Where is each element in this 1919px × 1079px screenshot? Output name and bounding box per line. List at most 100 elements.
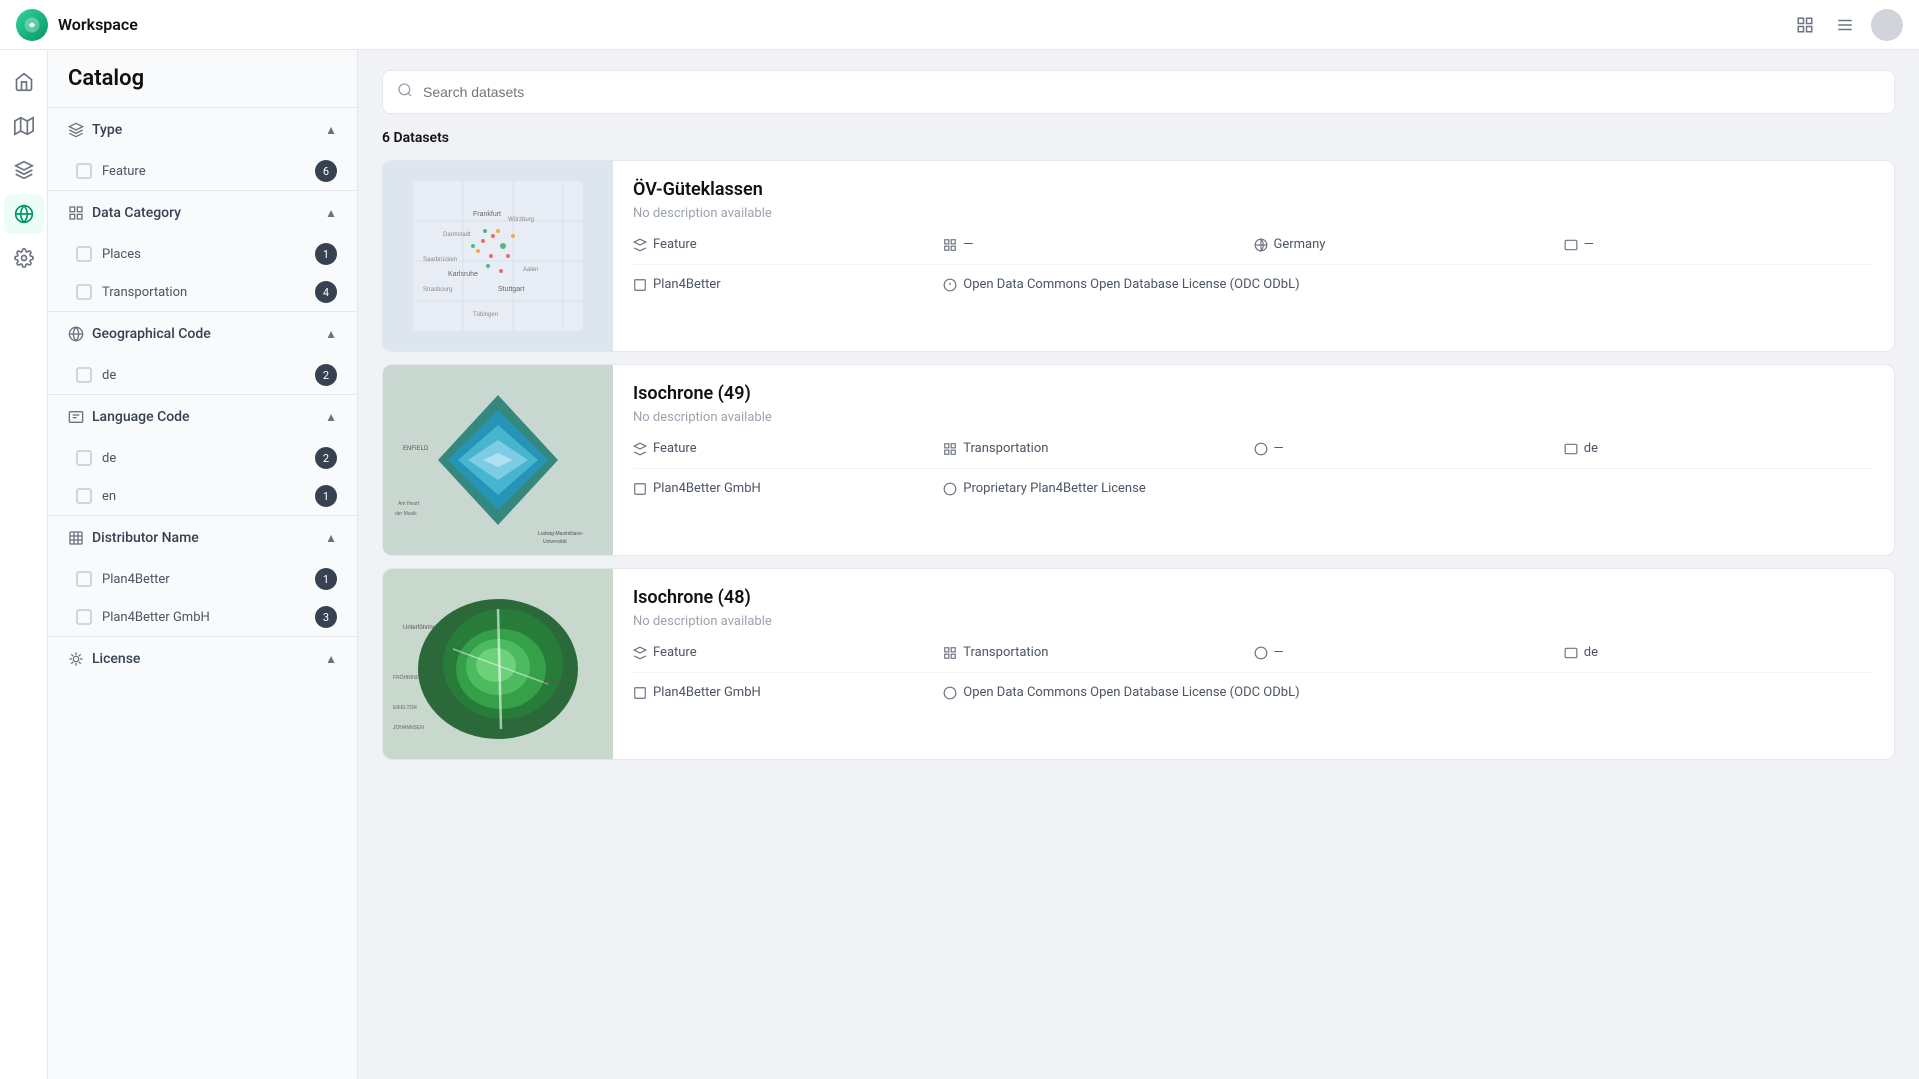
filter-lang-code-label: Language Code (92, 409, 190, 425)
grid-icon (68, 205, 84, 221)
svg-text:der Musik: der Musik (395, 511, 417, 517)
filter-label-plan4better: Plan4Better (102, 572, 170, 587)
sidebar-item-settings[interactable] (4, 238, 44, 278)
filter-badge-plan4better: 1 (315, 568, 337, 590)
chevron-up-icon-3: ▲ (325, 327, 337, 341)
globe-icon (1254, 646, 1268, 660)
dataset-name-2: Isochrone (49) (633, 383, 1874, 404)
dataset-thumbnail-2: ENFIELD Am Heart der Musik Ludwig-Maximi… (383, 365, 613, 555)
main-wrapper: Catalog Type ▲ Feature 6 (48, 50, 1919, 1079)
filter-section-type: Type ▲ Feature 6 (48, 107, 357, 190)
checkbox-lang-en[interactable] (76, 488, 92, 504)
svg-text:Strasbourg: Strasbourg (423, 287, 452, 293)
svg-text:Am Heart: Am Heart (398, 501, 420, 507)
grid-icon (943, 646, 957, 660)
dataset-card-2[interactable]: ENFIELD Am Heart der Musik Ludwig-Maximi… (382, 364, 1895, 556)
svg-text:Ludwig-Maximilians-: Ludwig-Maximilians- (538, 531, 584, 537)
text-icon (1564, 238, 1578, 252)
dataset-name-3: Isochrone (48) (633, 587, 1874, 608)
filter-item-places[interactable]: Places 1 (48, 235, 357, 273)
chevron-up-icon-2: ▲ (325, 206, 337, 220)
text-icon (68, 409, 84, 425)
sidebar-item-map[interactable] (4, 106, 44, 146)
chevron-up-icon: ▲ (325, 123, 337, 137)
meta-langcode-2: de (1564, 441, 1874, 456)
search-input[interactable] (423, 84, 1880, 100)
topbar-right (1791, 9, 1903, 41)
grid-icon[interactable] (1791, 11, 1819, 39)
dataset-info-2: Isochrone (49) No description available … (613, 365, 1894, 555)
chevron-up-icon-5: ▲ (325, 531, 337, 545)
filter-badge-lang-en: 1 (315, 485, 337, 507)
checkbox-plan4better[interactable] (76, 571, 92, 587)
checkbox-lang-de[interactable] (76, 450, 92, 466)
user-avatar[interactable] (1871, 9, 1903, 41)
topbar-left: Workspace (16, 9, 138, 41)
filter-header-license[interactable]: License ▲ (48, 637, 357, 681)
dataset-desc-1: No description available (633, 206, 1874, 221)
filter-type-label: Type (92, 122, 122, 138)
svg-text:Würzburg: Würzburg (508, 217, 534, 223)
globe-icon (1254, 238, 1268, 252)
sidebar-item-home[interactable] (4, 62, 44, 102)
checkbox-transportation[interactable] (76, 284, 92, 300)
checkbox-feature[interactable] (76, 163, 92, 179)
filter-item-lang-de[interactable]: de 2 (48, 439, 357, 477)
filter-item-transportation[interactable]: Transportation 4 (48, 273, 357, 311)
meta-geocode-2: — (1254, 441, 1564, 456)
checkbox-places[interactable] (76, 246, 92, 262)
meta-langcode-3: de (1564, 645, 1874, 660)
filter-item-plan4better-gmbh[interactable]: Plan4Better GmbH 3 (48, 598, 357, 636)
meta-distributor-2: Plan4Better GmbH (633, 481, 943, 496)
checkbox-plan4better-gmbh[interactable] (76, 609, 92, 625)
dataset-card-1[interactable]: Frankfurt Darmstadt Würzburg Saarbrücken… (382, 160, 1895, 352)
grid-icon (943, 442, 957, 456)
filter-badge-geo-de: 2 (315, 364, 337, 386)
filter-item-feature[interactable]: Feature 6 (48, 152, 357, 190)
grid-icon (943, 238, 957, 252)
sidebar-item-layers[interactable] (4, 150, 44, 190)
search-bar (382, 70, 1895, 114)
building-icon (633, 278, 647, 292)
filter-data-category-label: Data Category (92, 205, 181, 221)
text-icon (1564, 442, 1578, 456)
checkbox-geo-de[interactable] (76, 367, 92, 383)
meta-distributor-1: Plan4Better (633, 277, 943, 292)
filter-section-data-category: Data Category ▲ Places 1 Transportation … (48, 190, 357, 311)
filter-panel: Catalog Type ▲ Feature 6 (48, 50, 358, 1079)
meta-geocode-1: Germany (1254, 237, 1564, 252)
chevron-up-icon-6: ▲ (325, 652, 337, 666)
topbar: Workspace (0, 0, 1919, 50)
svg-text:Stuttgart: Stuttgart (498, 286, 525, 293)
filter-label-plan4better-gmbh: Plan4Better GmbH (102, 610, 210, 625)
dataset-thumbnail-3: Unterföhring FRÖHRING EIFELTOR JOHANNSEN… (383, 569, 613, 759)
svg-text:EIFELTOR: EIFELTOR (393, 705, 417, 711)
dataset-name-1: ÖV-Güteklassen (633, 179, 1874, 200)
filter-header-geo-code[interactable]: Geographical Code ▲ (48, 312, 357, 356)
filter-label-lang-de: de (102, 451, 116, 466)
dataset-desc-3: No description available (633, 614, 1874, 629)
dataset-card-3[interactable]: Unterföhring FRÖHRING EIFELTOR JOHANNSEN… (382, 568, 1895, 760)
filter-badge-feature: 6 (315, 160, 337, 182)
filter-header-type[interactable]: Type ▲ (48, 108, 357, 152)
globe-icon (68, 326, 84, 342)
filter-badge-places: 1 (315, 243, 337, 265)
svg-text:Aschheim: Aschheim (543, 680, 565, 686)
filter-item-geo-de[interactable]: de 2 (48, 356, 357, 394)
search-icon (397, 82, 413, 102)
dataset-meta-2: Feature Transportation — (633, 441, 1874, 496)
filter-header-distributor[interactable]: Distributor Name ▲ (48, 516, 357, 560)
meta-category-1: — (943, 237, 1253, 252)
filter-header-lang-code[interactable]: Language Code ▲ (48, 395, 357, 439)
menu-icon[interactable] (1831, 11, 1859, 39)
filter-header-data-category[interactable]: Data Category ▲ (48, 191, 357, 235)
meta-geocode-3: — (1254, 645, 1564, 660)
filter-item-lang-en[interactable]: en 1 (48, 477, 357, 515)
filter-section-geo-code: Geographical Code ▲ de 2 (48, 311, 357, 394)
sidebar-item-catalog[interactable] (4, 194, 44, 234)
dataset-info-1: ÖV-Güteklassen No description available … (613, 161, 1894, 351)
layers-icon (633, 646, 647, 660)
filter-item-plan4better[interactable]: Plan4Better 1 (48, 560, 357, 598)
filter-label-places: Places (102, 247, 141, 262)
meta-license-2: Proprietary Plan4Better License (943, 481, 1874, 496)
